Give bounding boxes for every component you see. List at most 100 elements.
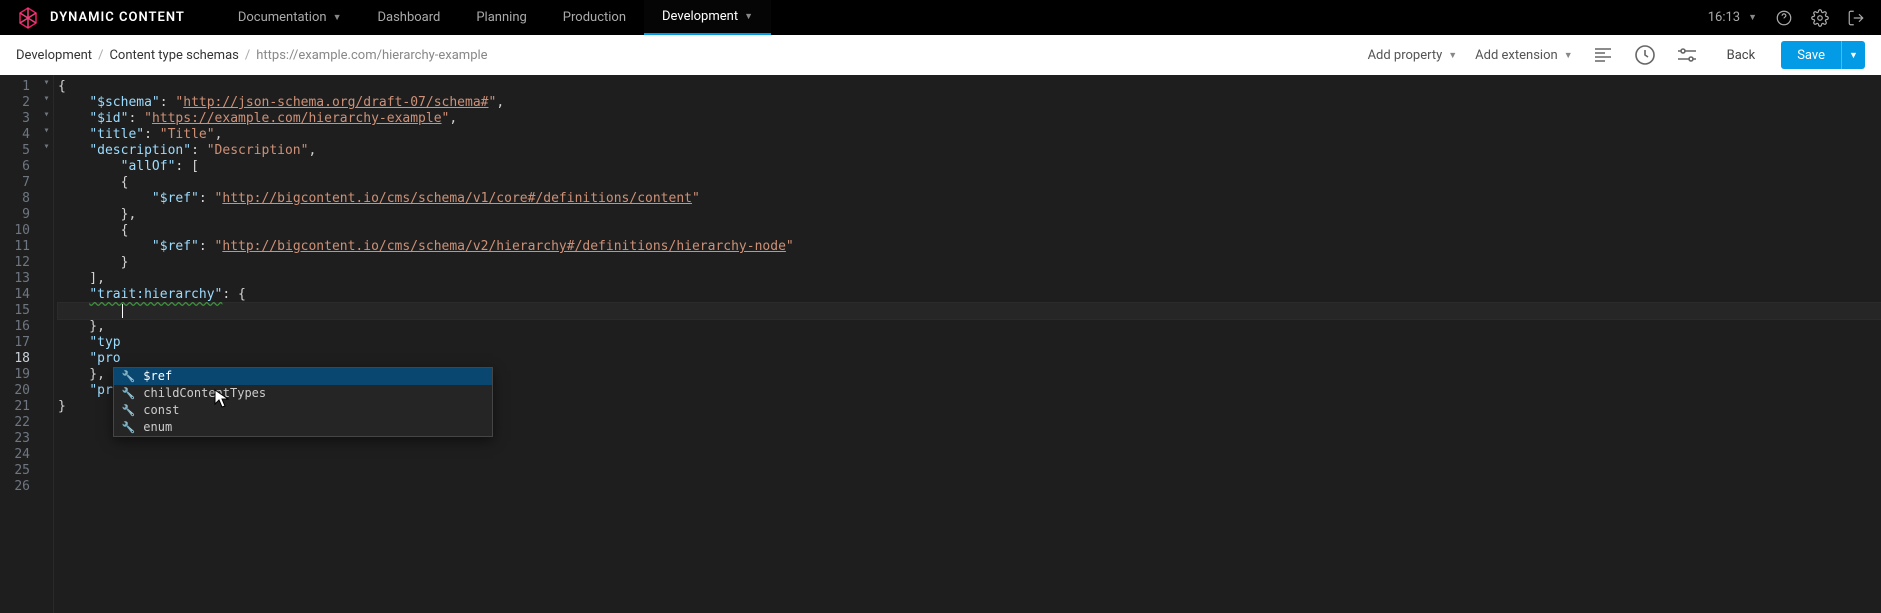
code-line[interactable]: { — [58, 175, 1881, 191]
line-number: 3 — [8, 111, 30, 127]
code-line[interactable]: { — [58, 79, 1881, 95]
nav-tab-planning[interactable]: Planning — [458, 0, 544, 35]
code-line[interactable]: "$id": "https://example.com/hierarchy-ex… — [58, 111, 1881, 127]
brand: DYNAMIC CONTENT — [16, 6, 185, 30]
code-line[interactable]: { — [58, 223, 1881, 239]
suggest-item[interactable]: 🔧$ref — [114, 368, 492, 385]
line-number: 25 — [8, 463, 30, 479]
nav-tab-production[interactable]: Production — [545, 0, 644, 35]
add-extension-label: Add extension — [1475, 48, 1558, 63]
suggest-label: enum — [143, 420, 172, 435]
line-number: 16 — [8, 319, 30, 335]
fold-marker[interactable]: ▾ — [40, 107, 53, 123]
sub-bar: Development / Content type schemas / https:/… — [0, 35, 1881, 75]
line-number: 10 — [8, 223, 30, 239]
line-number: 21 — [8, 399, 30, 415]
line-number: 22 — [8, 415, 30, 431]
code-line[interactable]: }, — [58, 207, 1881, 223]
clock[interactable]: 16:13 ▼ — [1708, 10, 1757, 25]
clock-time: 16:13 — [1708, 10, 1740, 25]
chevron-down-icon: ▼ — [1849, 50, 1858, 61]
top-bar: DYNAMIC CONTENT Documentation▼DashboardP… — [0, 0, 1881, 35]
nav-tab-dashboard[interactable]: Dashboard — [359, 0, 458, 35]
history-icon[interactable] — [1633, 43, 1657, 67]
line-number: 14 — [8, 287, 30, 303]
save-dropdown-toggle[interactable]: ▼ — [1841, 41, 1865, 69]
topbar-right: 16:13 ▼ — [1708, 9, 1865, 27]
code-line[interactable]: }, — [58, 319, 1881, 335]
gear-icon[interactable] — [1811, 9, 1829, 27]
code-line[interactable]: "trait:hierarchy": { — [58, 287, 1881, 303]
line-number: 24 — [8, 447, 30, 463]
code-line[interactable]: "typ — [58, 335, 1881, 351]
suggest-item[interactable]: 🔧 const — [114, 402, 492, 419]
code-line[interactable]: "description": "Description", — [58, 143, 1881, 159]
code-area[interactable]: { "$schema": "http://json-schema.org/dra… — [54, 75, 1881, 613]
save-button[interactable]: Save ▼ — [1781, 41, 1865, 69]
breadcrumb-sep: / — [245, 48, 250, 63]
nav-tab-development[interactable]: Development ▼ — [644, 0, 771, 35]
fold-marker[interactable]: ▾ — [40, 75, 53, 91]
code-line[interactable]: ], — [58, 271, 1881, 287]
suggest-label: childContentTypes — [143, 386, 266, 401]
line-number: 6 — [8, 159, 30, 175]
wrench-icon: 🔧 — [122, 420, 136, 435]
wrench-icon: 🔧 — [122, 403, 136, 418]
breadcrumb-item[interactable]: Development — [16, 48, 92, 63]
fold-marker[interactable]: ▾ — [40, 139, 53, 155]
chevron-down-icon: ▼ — [744, 11, 753, 22]
add-property-dropdown[interactable]: Add property ▼ — [1368, 48, 1458, 63]
help-icon[interactable] — [1775, 9, 1793, 27]
save-label: Save — [1781, 48, 1841, 63]
suggest-label: const — [143, 403, 179, 418]
align-icon[interactable] — [1591, 43, 1615, 67]
code-line[interactable]: "title": "Title", — [58, 127, 1881, 143]
back-button[interactable]: Back — [1727, 48, 1756, 63]
fold-marker[interactable]: ▾ — [40, 91, 53, 107]
code-line[interactable]: "pro — [58, 351, 1881, 367]
line-number: 1 — [8, 79, 30, 95]
code-line[interactable]: "$schema": "http://json-schema.org/draft… — [58, 95, 1881, 111]
nav-tab-documentation[interactable]: Documentation▼ — [220, 0, 360, 35]
line-number: 8 — [8, 191, 30, 207]
line-number: 12 — [8, 255, 30, 271]
brand-name: DYNAMIC CONTENT — [50, 10, 185, 25]
breadcrumb: Development / Content type schemas / https:/… — [16, 48, 488, 63]
code-line[interactable]: "$ref": "http://bigcontent.io/cms/schema… — [58, 239, 1881, 255]
line-number: 9 — [8, 207, 30, 223]
code-editor[interactable]: 1234567891011121314151617181920212223242… — [0, 75, 1881, 613]
line-number: 20 — [8, 383, 30, 399]
add-extension-dropdown[interactable]: Add extension ▼ — [1475, 48, 1572, 63]
chevron-down-icon: ▼ — [1448, 50, 1457, 61]
suggest-item[interactable]: 🔧childContentTypes — [114, 385, 492, 402]
logout-icon[interactable] — [1847, 9, 1865, 27]
code-line[interactable] — [58, 303, 1881, 319]
nav-tab-label: Development — [662, 9, 738, 24]
nav-tab-label: Dashboard — [377, 10, 440, 25]
breadcrumb-item: https://example.com/hierarchy-example — [256, 48, 487, 63]
line-number: 15 — [8, 303, 30, 319]
line-number: 7 — [8, 175, 30, 191]
text-caret — [122, 304, 123, 318]
brand-logo-icon — [16, 6, 40, 30]
code-line[interactable]: "$ref": "http://bigcontent.io/cms/schema… — [58, 191, 1881, 207]
line-number: 19 — [8, 367, 30, 383]
nav-tab-label: Documentation — [238, 10, 327, 25]
primary-nav: Documentation▼DashboardPlanningProductio… — [220, 0, 771, 35]
code-line[interactable]: "allOf": [ — [58, 159, 1881, 175]
breadcrumb-sep: / — [98, 48, 103, 63]
breadcrumb-item[interactable]: Content type schemas — [109, 48, 238, 63]
suggest-widget[interactable]: 🔧$ref🔧childContentTypes🔧const🔧enum — [113, 367, 493, 437]
line-number-gutter: 1234567891011121314151617181920212223242… — [0, 75, 40, 613]
subbar-actions: Add property ▼ Add extension ▼ Back Save… — [1368, 41, 1865, 69]
line-number: 2 — [8, 95, 30, 111]
add-property-label: Add property — [1368, 48, 1443, 63]
suggest-item[interactable]: 🔧 enum — [114, 419, 492, 436]
nav-tab-label: Production — [563, 10, 626, 25]
line-number: 18 — [8, 351, 30, 367]
fold-marker[interactable]: ▾ — [40, 123, 53, 139]
line-number: 5 — [8, 143, 30, 159]
code-line[interactable]: } — [58, 255, 1881, 271]
line-number: 23 — [8, 431, 30, 447]
sliders-icon[interactable] — [1675, 43, 1699, 67]
